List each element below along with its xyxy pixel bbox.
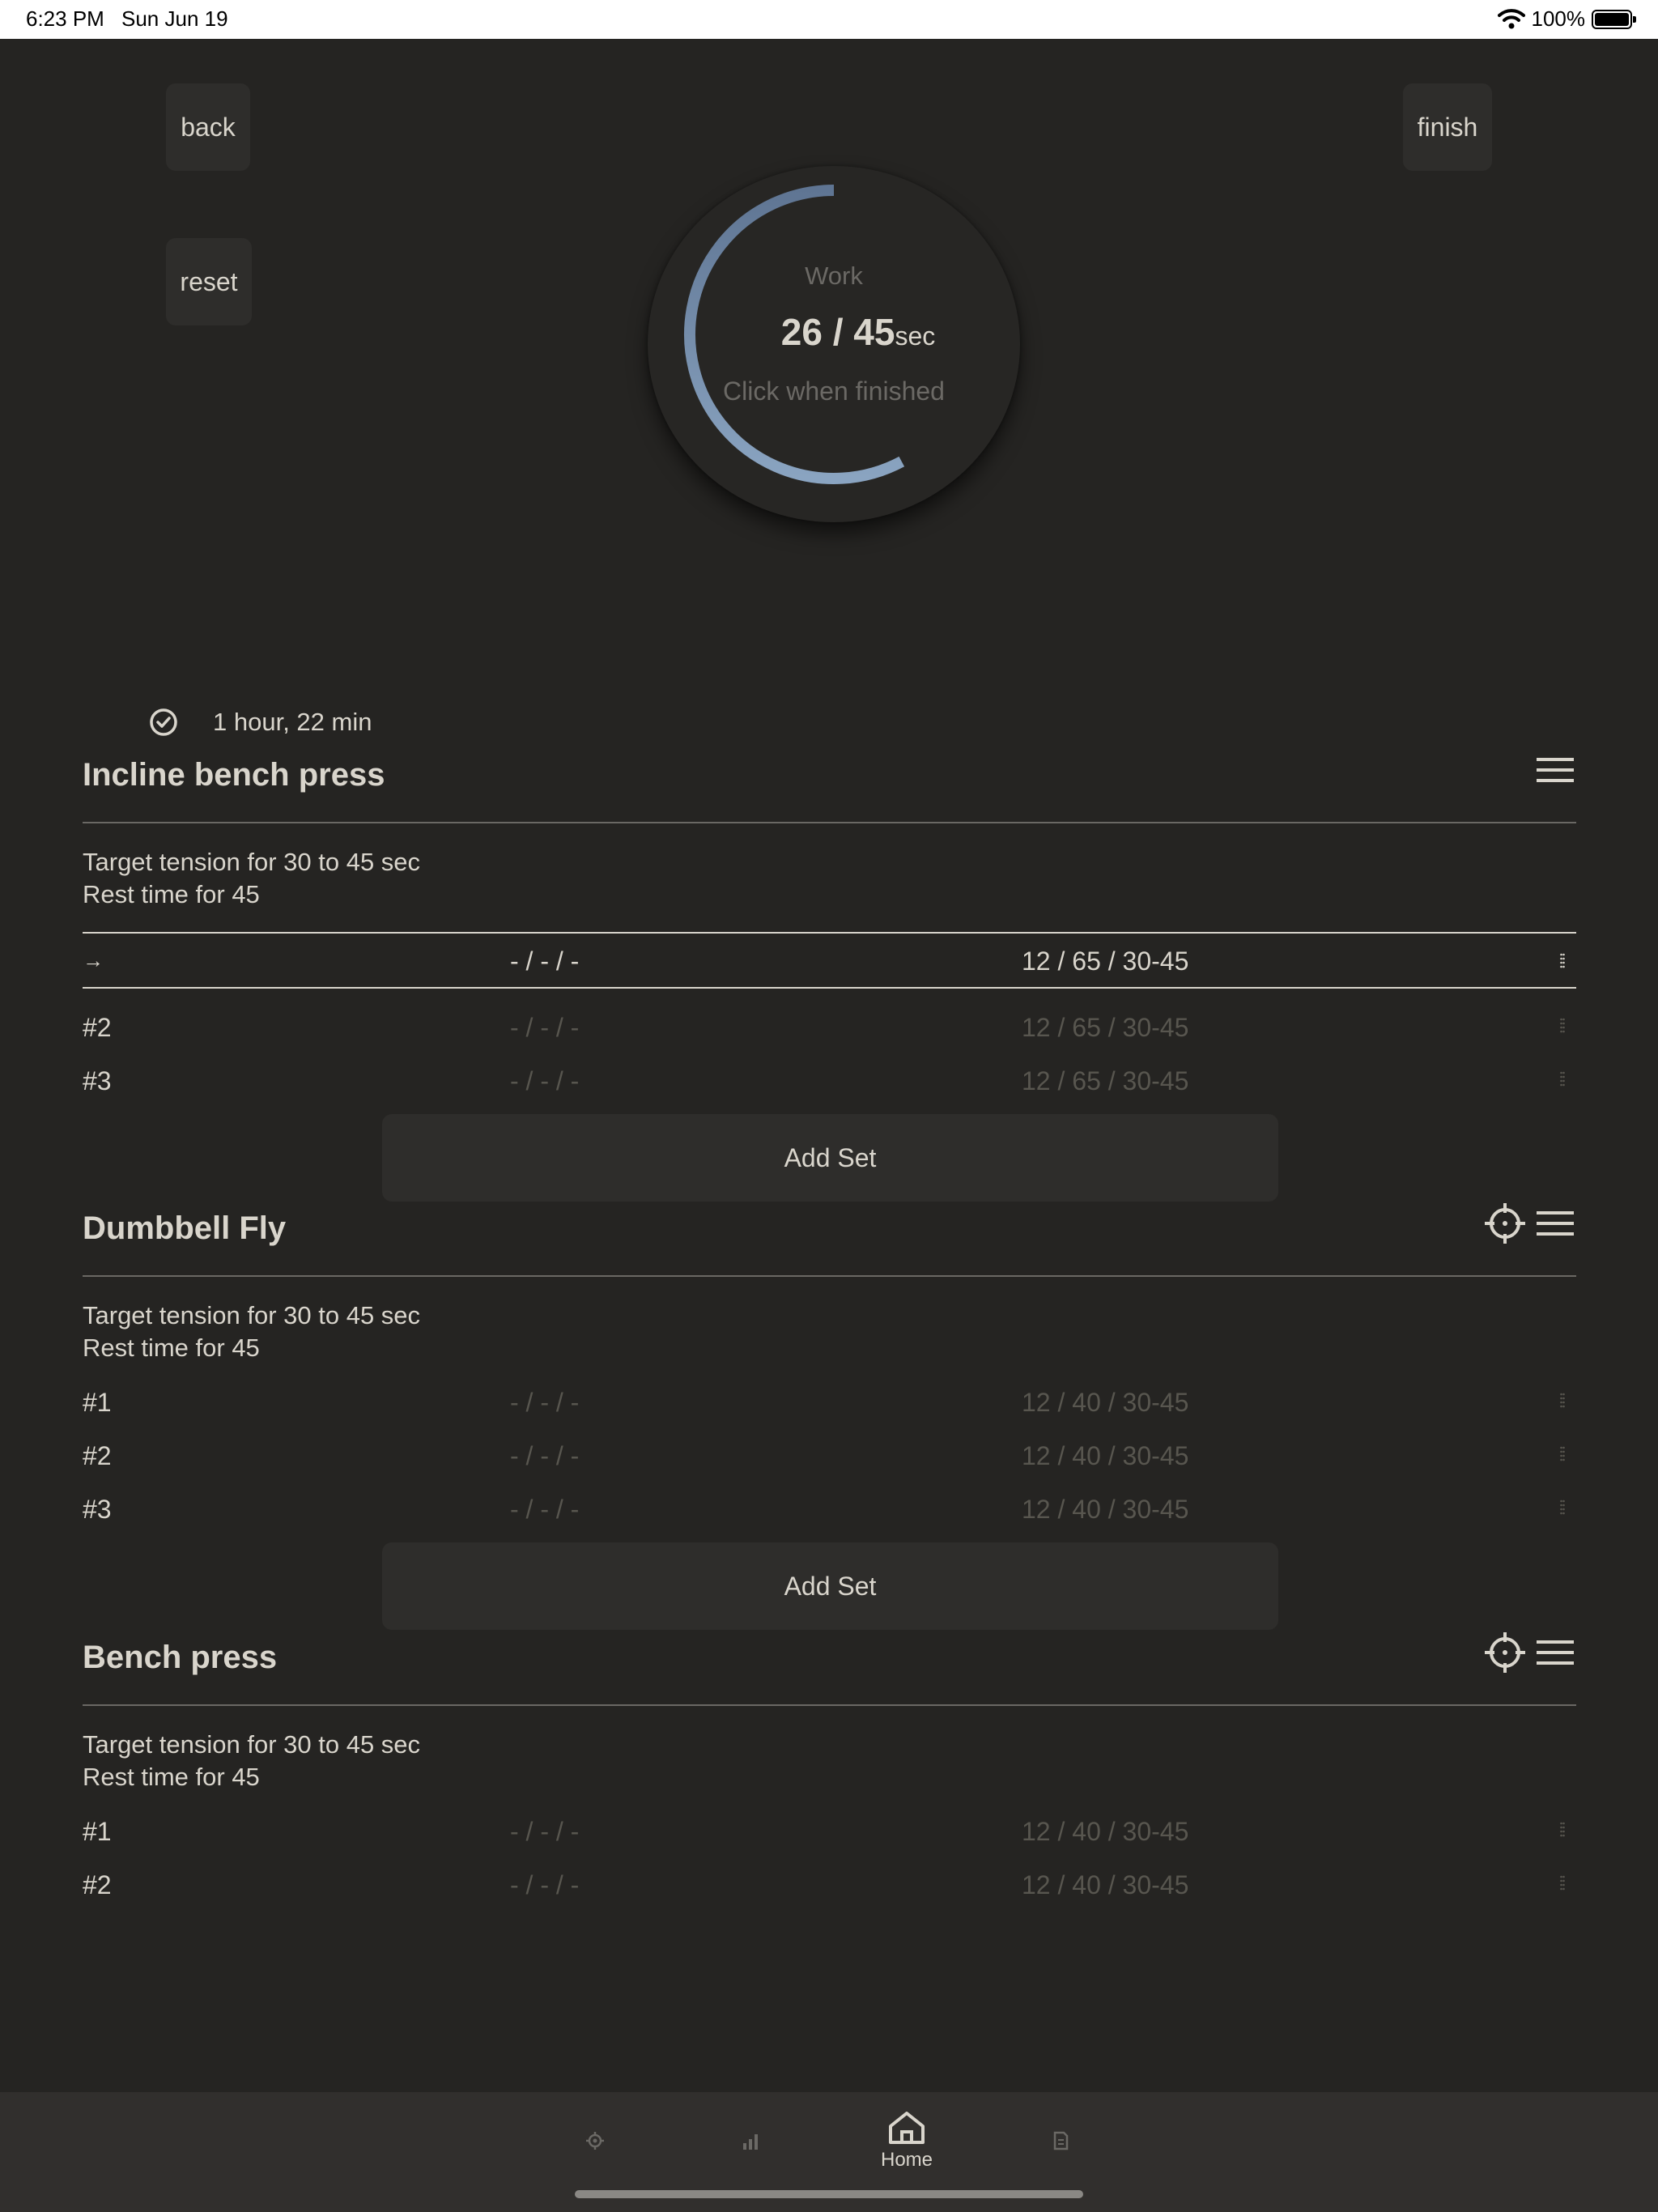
- exercise-actions: [1484, 1631, 1576, 1674]
- set-target-values: 12 / 40 / 30-45: [1022, 1870, 1189, 1899]
- battery-percentage: 100%: [1531, 6, 1586, 31]
- exercise-actions: [1534, 749, 1576, 791]
- wifi-icon: [1498, 9, 1525, 29]
- tab-home-label: Home: [880, 2149, 933, 2171]
- tension-text: Target tension for 30 to 45 sec: [83, 1730, 421, 1759]
- exercise-description: Target tension for 30 to 45 sec Rest tim…: [83, 1300, 420, 1364]
- home-indicator[interactable]: [575, 2190, 1083, 2198]
- set-target-values: 12 / 40 / 30-45: [1022, 1817, 1189, 1846]
- status-bar: 6:23 PM Sun Jun 19 100%: [0, 0, 1658, 39]
- exercise-description: Target tension for 30 to 45 sec Rest tim…: [83, 1729, 420, 1793]
- divider: [83, 1275, 1576, 1277]
- add-set-button[interactable]: Add Set: [382, 1114, 1278, 1202]
- set-index: #1: [83, 1817, 112, 1846]
- drag-handle-icon[interactable]: [1560, 1875, 1565, 1893]
- set-target-values: 12 / 65 / 30-45: [1022, 1013, 1189, 1042]
- divider: [83, 1704, 1576, 1706]
- set-target-values: 12 / 40 / 30-45: [1022, 1441, 1189, 1470]
- reset-button[interactable]: reset: [166, 238, 252, 325]
- set-done-values: - / - / -: [510, 1066, 580, 1095]
- crosshair-icon[interactable]: [1484, 1202, 1526, 1244]
- set-done-values: - / - / -: [510, 1495, 580, 1524]
- finish-button[interactable]: finish: [1403, 83, 1492, 171]
- set-index: #2: [83, 1870, 112, 1899]
- set-row[interactable]: #2 - / - / - 12 / 40 / 30-45: [83, 1861, 1576, 1908]
- document-icon: [1053, 2131, 1069, 2150]
- duration-text: 1 hour, 22 min: [213, 708, 372, 736]
- rest-text: Rest time for 45: [83, 1763, 260, 1791]
- status-date: Sun Jun 19: [121, 6, 228, 31]
- set-done-values: - / - / -: [510, 1870, 580, 1899]
- work-timer[interactable]: Work 26 / 45sec Click when finished: [648, 166, 1020, 522]
- timer-unit: sec: [895, 321, 936, 351]
- exercise-title: Incline bench press: [83, 757, 385, 793]
- set-index: #2: [83, 1441, 112, 1470]
- set-row-current[interactable]: → - / - / - 12 / 65 / 30-45: [83, 932, 1576, 989]
- set-target-values: 12 / 65 / 30-45: [1022, 946, 1189, 976]
- set-index: #1: [83, 1388, 112, 1417]
- set-target-values: 12 / 65 / 30-45: [1022, 1066, 1189, 1095]
- gear-icon: [586, 2132, 604, 2150]
- set-row[interactable]: #2 - / - / - 12 / 65 / 30-45: [83, 1003, 1576, 1050]
- tab-log[interactable]: [1000, 2092, 1121, 2189]
- timer-current: 26: [780, 311, 823, 353]
- exercise-title: Bench press: [83, 1640, 278, 1675]
- home-icon: [889, 2112, 925, 2144]
- tension-text: Target tension for 30 to 45 sec: [83, 848, 421, 876]
- crosshair-icon[interactable]: [1484, 1631, 1526, 1674]
- set-row[interactable]: #3 - / - / - 12 / 40 / 30-45: [83, 1485, 1576, 1532]
- tension-text: Target tension for 30 to 45 sec: [83, 1301, 421, 1329]
- set-index: #3: [83, 1495, 112, 1524]
- current-set-arrow-icon: →: [83, 948, 104, 972]
- clock-check-icon: [150, 708, 177, 736]
- set-row[interactable]: #1 - / - / - 12 / 40 / 30-45: [83, 1807, 1576, 1854]
- tab-stats[interactable]: [690, 2092, 811, 2189]
- timer-separator: /: [822, 311, 854, 353]
- menu-icon[interactable]: [1534, 1202, 1576, 1244]
- tab-home[interactable]: Home: [846, 2092, 967, 2189]
- drag-handle-icon[interactable]: [1560, 1018, 1565, 1036]
- timer-total: 45: [853, 311, 895, 353]
- set-target-values: 12 / 40 / 30-45: [1022, 1388, 1189, 1417]
- set-done-values: - / - / -: [510, 946, 580, 976]
- set-target-values: 12 / 40 / 30-45: [1022, 1495, 1189, 1524]
- timer-hint: Click when finished: [723, 376, 945, 406]
- set-row[interactable]: #1 - / - / - 12 / 40 / 30-45: [83, 1378, 1576, 1425]
- divider: [83, 822, 1576, 823]
- menu-icon[interactable]: [1534, 749, 1576, 791]
- status-time: 6:23 PM: [26, 6, 104, 31]
- set-done-values: - / - / -: [510, 1388, 580, 1417]
- timer-phase-label: Work: [805, 262, 863, 290]
- set-done-values: - / - / -: [510, 1013, 580, 1042]
- menu-icon[interactable]: [1534, 1631, 1576, 1674]
- rest-text: Rest time for 45: [83, 880, 260, 908]
- drag-handle-icon[interactable]: [1560, 1822, 1565, 1840]
- exercise-bench-press: Bench press Target tension for 30 to 45 …: [83, 1632, 1576, 1931]
- drag-handle-icon[interactable]: [1560, 1499, 1565, 1517]
- bar-chart-icon: [743, 2134, 758, 2150]
- exercise-incline-bench-press: Incline bench press Target tension for 3…: [83, 757, 1576, 1202]
- exercise-title: Dumbbell Fly: [83, 1210, 287, 1246]
- add-set-button[interactable]: Add Set: [382, 1542, 1278, 1630]
- drag-handle-icon[interactable]: [1560, 1393, 1565, 1410]
- set-row[interactable]: #2 - / - / - 12 / 40 / 30-45: [83, 1431, 1576, 1478]
- battery-icon: [1592, 10, 1636, 29]
- set-index: #2: [83, 1013, 112, 1042]
- timer-value: 26 / 45sec: [648, 310, 1020, 354]
- drag-handle-icon[interactable]: [1560, 953, 1565, 971]
- set-row[interactable]: #3 - / - / - 12 / 65 / 30-45: [83, 1057, 1576, 1104]
- exercise-dumbbell-fly: Dumbbell Fly Target tension for 30 to 45…: [83, 1203, 1576, 1631]
- set-done-values: - / - / -: [510, 1441, 580, 1470]
- workout-duration: 1 hour, 22 min: [148, 704, 372, 740]
- exercise-description: Target tension for 30 to 45 sec Rest tim…: [83, 846, 420, 911]
- set-index: #3: [83, 1066, 112, 1095]
- drag-handle-icon[interactable]: [1560, 1071, 1565, 1089]
- back-button[interactable]: back: [166, 83, 250, 171]
- tab-settings[interactable]: [534, 2092, 656, 2189]
- set-done-values: - / - / -: [510, 1817, 580, 1846]
- exercise-actions: [1484, 1202, 1576, 1244]
- drag-handle-icon[interactable]: [1560, 1446, 1565, 1464]
- rest-text: Rest time for 45: [83, 1334, 260, 1362]
